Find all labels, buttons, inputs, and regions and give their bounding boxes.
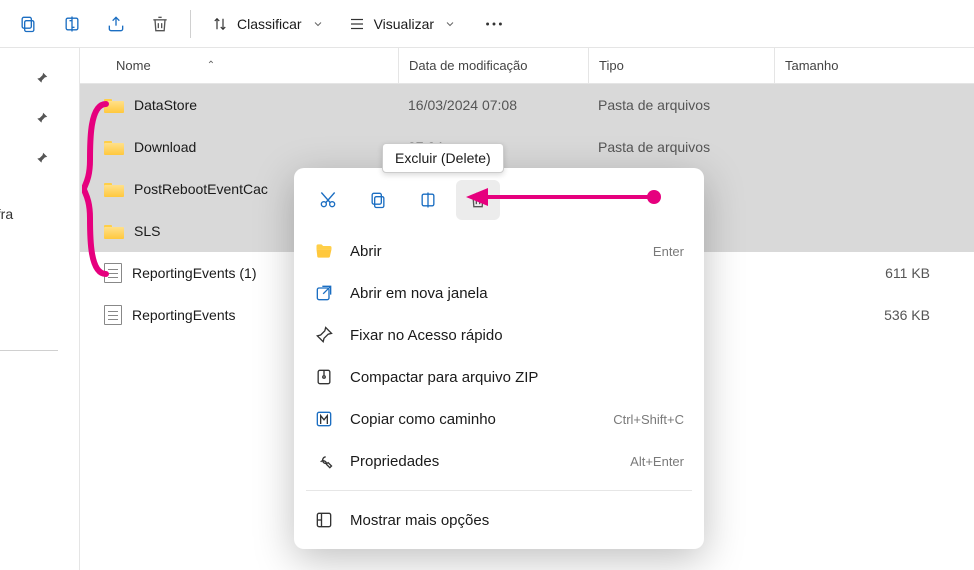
folder-icon xyxy=(104,223,124,239)
sidebar-pinned-item[interactable] xyxy=(0,58,79,98)
toolbar-divider xyxy=(190,10,191,38)
pin-icon xyxy=(35,151,49,165)
pin-icon xyxy=(35,111,49,125)
sort-indicator-icon: ⌃ xyxy=(207,60,215,71)
view-button[interactable]: Visualizar xyxy=(338,6,466,42)
chevron-down-icon xyxy=(312,18,324,30)
sidebar-pinned-item[interactable] xyxy=(0,138,79,178)
context-menu-label: Fixar no Acesso rápido xyxy=(350,327,668,344)
context-menu-label: Abrir xyxy=(350,243,637,260)
view-label: Visualizar xyxy=(374,16,434,32)
file-size: 611 KB xyxy=(774,265,974,281)
file-type: Pasta de arquivos xyxy=(588,97,774,113)
column-header-size[interactable]: Tamanho xyxy=(774,48,974,83)
context-menu-accelerator: Alt+Enter xyxy=(630,454,684,469)
file-name: PostRebootEventCac xyxy=(134,181,268,197)
wrench-icon xyxy=(314,451,334,471)
context-menu-separator xyxy=(306,490,692,491)
sidebar-pinned-item[interactable] xyxy=(0,98,79,138)
folder-open-icon xyxy=(314,241,334,261)
context-menu-iconbar xyxy=(300,176,698,230)
share-icon[interactable] xyxy=(96,6,136,42)
pin-icon xyxy=(35,71,49,85)
context-menu-accelerator: Enter xyxy=(653,244,684,259)
context-menu-item[interactable]: Propriedades Alt+Enter xyxy=(300,440,698,482)
pin-icon xyxy=(314,325,334,345)
sidebar-item-label[interactable]: arragem-fra xyxy=(0,206,13,222)
file-name: ReportingEvents xyxy=(132,307,236,323)
delete-tooltip: Excluir (Delete) xyxy=(382,143,504,173)
file-icon xyxy=(104,305,122,325)
sidebar: arragem-fra xyxy=(0,48,80,570)
rename-icon[interactable] xyxy=(406,180,450,220)
file-icon xyxy=(104,263,122,283)
copy-icon[interactable] xyxy=(356,180,400,220)
copy-icon[interactable] xyxy=(8,6,48,42)
open-new-window-icon xyxy=(314,283,334,303)
file-name: SLS xyxy=(134,223,160,239)
folder-icon xyxy=(104,181,124,197)
more-options-icon xyxy=(314,510,334,530)
context-menu-label: Mostrar mais opções xyxy=(350,512,684,529)
context-menu-label: Propriedades xyxy=(350,453,614,470)
context-menu-item[interactable]: Fixar no Acesso rápido xyxy=(300,314,698,356)
file-type: Pasta de arquivos xyxy=(588,139,774,155)
file-list: Nome ⌃ Data de modificação Tipo Tamanho … xyxy=(80,48,974,570)
file-name: ReportingEvents (1) xyxy=(132,265,257,281)
rename-icon[interactable] xyxy=(52,6,92,42)
sort-label: Classificar xyxy=(237,16,302,32)
column-header-date[interactable]: Data de modificação xyxy=(398,48,588,83)
toolbar: Classificar Visualizar xyxy=(0,0,974,48)
context-menu-item[interactable]: Abrir em nova janela xyxy=(300,272,698,314)
sidebar-divider xyxy=(0,350,58,351)
column-header-type[interactable]: Tipo xyxy=(588,48,774,83)
file-name: DataStore xyxy=(134,97,197,113)
context-menu-item[interactable]: Copiar como caminho Ctrl+Shift+C xyxy=(300,398,698,440)
context-menu-item[interactable]: Abrir Enter xyxy=(300,230,698,272)
copy-path-icon xyxy=(314,409,334,429)
context-menu-label: Compactar para arquivo ZIP xyxy=(350,369,668,386)
file-size: 536 KB xyxy=(774,307,974,323)
column-headers: Nome ⌃ Data de modificação Tipo Tamanho xyxy=(80,48,974,84)
table-row[interactable]: DataStore 16/03/2024 07:08Pasta de arquiv… xyxy=(80,84,974,126)
file-date: 16/03/2024 07:08 xyxy=(398,97,588,113)
sort-button[interactable]: Classificar xyxy=(201,6,334,42)
delete-icon[interactable] xyxy=(140,6,180,42)
cut-icon[interactable] xyxy=(306,180,350,220)
table-row[interactable]: Download07:04Pasta de arquivos xyxy=(80,126,974,168)
context-menu-more-options[interactable]: Mostrar mais opções xyxy=(300,499,698,541)
folder-icon xyxy=(104,139,124,155)
chevron-down-icon xyxy=(444,18,456,30)
context-menu-accelerator: Ctrl+Shift+C xyxy=(613,412,684,427)
zip-icon xyxy=(314,367,334,387)
tooltip-text: Excluir (Delete) xyxy=(395,150,491,166)
delete-icon[interactable] xyxy=(456,180,500,220)
context-menu: Abrir Enter Abrir em nova janela Fixar no A… xyxy=(294,168,704,549)
context-menu-label: Copiar como caminho xyxy=(350,411,597,428)
folder-icon xyxy=(104,97,124,113)
context-menu-item[interactable]: Compactar para arquivo ZIP xyxy=(300,356,698,398)
more-button[interactable] xyxy=(470,6,518,42)
column-header-name[interactable]: Nome ⌃ xyxy=(80,58,398,73)
file-name: Download xyxy=(134,139,196,155)
context-menu-label: Abrir em nova janela xyxy=(350,285,668,302)
